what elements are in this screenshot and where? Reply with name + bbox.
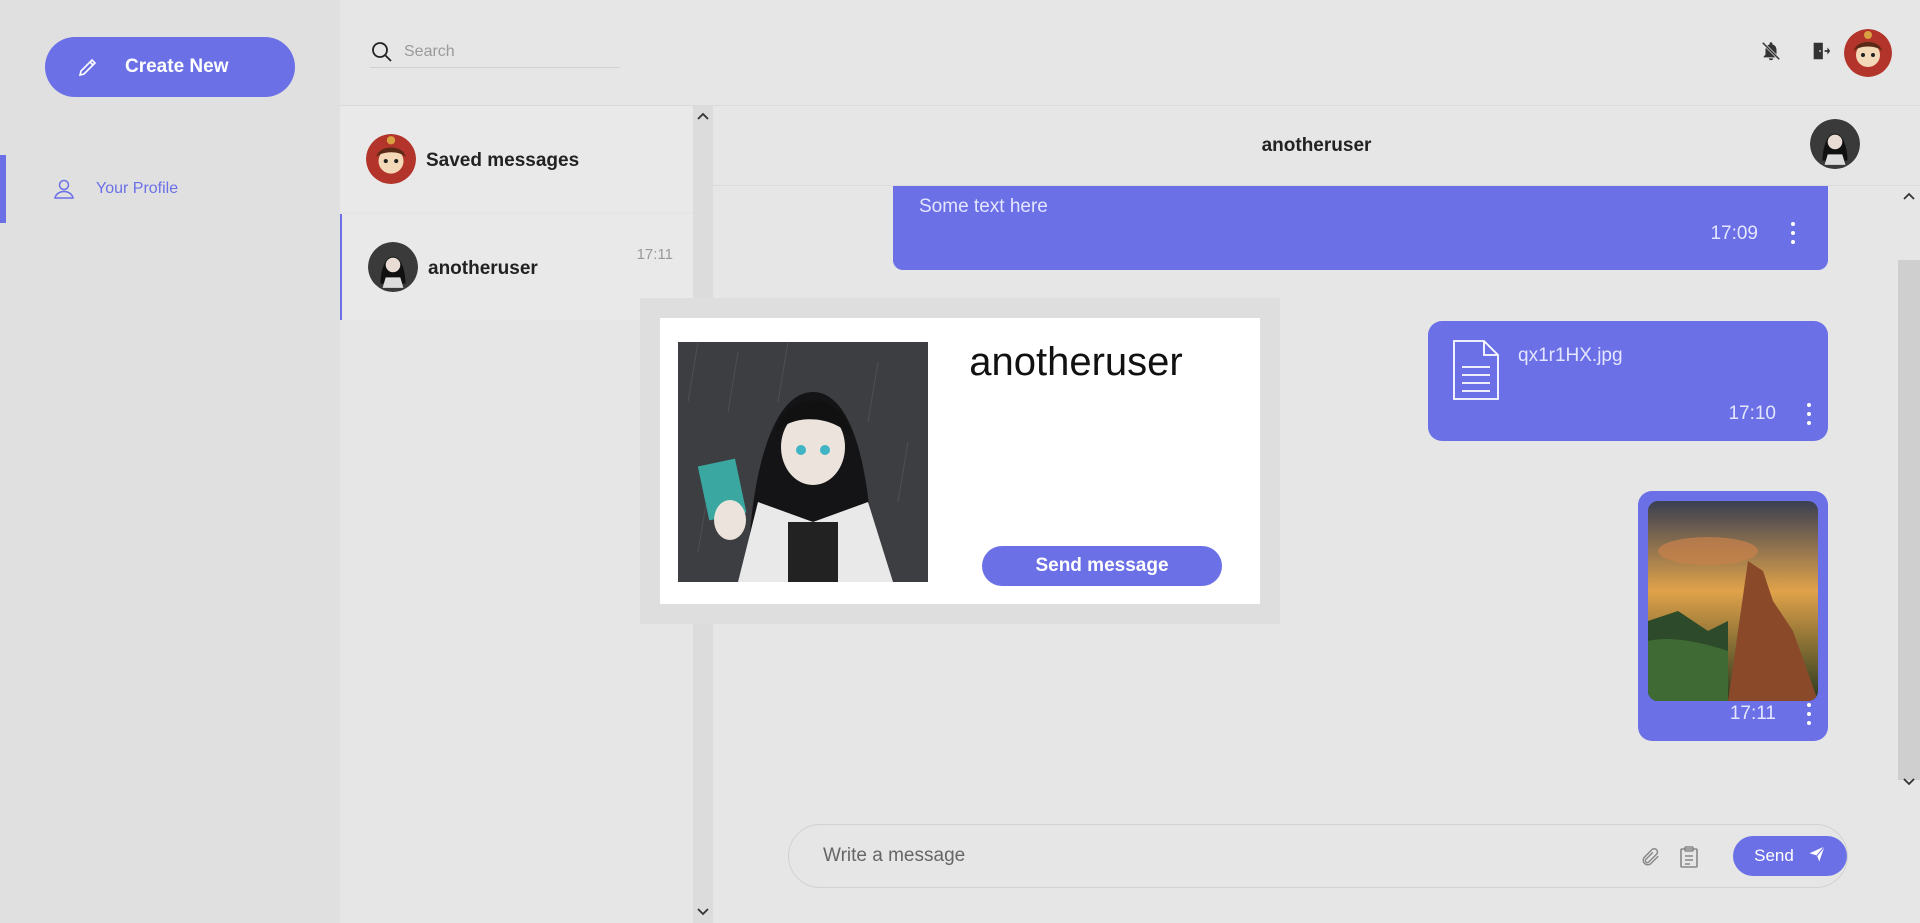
message-menu-icon[interactable] <box>1788 222 1798 244</box>
message-bubble: Some text here 17:09 <box>893 186 1828 270</box>
send-button[interactable]: Send <box>1733 836 1847 876</box>
message-input[interactable] <box>823 845 1583 867</box>
sidebar-item-label: Your Profile <box>96 180 179 197</box>
message-scrollbar[interactable] <box>1898 186 1920 793</box>
message-menu-icon[interactable] <box>1804 703 1814 725</box>
document-icon[interactable] <box>1452 339 1500 406</box>
paperclip-icon[interactable] <box>1639 845 1663 869</box>
profile-popup-overlay: anotheruser Send message <box>640 298 1280 624</box>
message-text: Some text here <box>919 196 1048 217</box>
message-time: 17:11 <box>1729 703 1776 724</box>
active-indicator <box>0 155 6 223</box>
message-image[interactable] <box>1648 501 1818 701</box>
chat-partner-avatar[interactable] <box>1810 119 1860 169</box>
file-name[interactable]: qx1r1HX.jpg <box>1518 345 1623 367</box>
send-label: Send <box>1754 846 1794 865</box>
search-bar <box>370 38 620 68</box>
pencil-icon <box>75 54 101 80</box>
current-user-avatar[interactable] <box>1844 29 1892 77</box>
top-header <box>340 0 1920 106</box>
message-bubble-image: 17:11 <box>1638 491 1828 741</box>
scrollbar-thumb[interactable] <box>1898 260 1920 780</box>
clipboard-icon[interactable] <box>1677 845 1701 869</box>
send-message-button[interactable]: Send message <box>982 546 1222 586</box>
chevron-down-icon[interactable] <box>1901 774 1917 790</box>
avatar <box>366 134 416 184</box>
sidebar-item-your-profile[interactable]: Your Profile <box>0 155 340 223</box>
avatar <box>368 242 418 292</box>
profile-popup: anotheruser Send message <box>660 318 1260 604</box>
message-time: 17:09 <box>1710 223 1758 244</box>
user-icon <box>52 177 76 201</box>
chevron-up-icon[interactable] <box>1901 188 1917 204</box>
message-bubble-file: qx1r1HX.jpg 17:10 <box>1428 321 1828 441</box>
create-new-button[interactable]: Create New <box>45 37 295 97</box>
message-time: 17:10 <box>1728 403 1776 424</box>
chat-header: anotheruser <box>713 106 1920 186</box>
chat-name: anotheruser <box>428 258 538 279</box>
create-new-label: Create New <box>125 56 229 77</box>
chat-item-saved-messages[interactable]: Saved messages <box>340 106 693 212</box>
chat-name: Saved messages <box>426 150 580 171</box>
send-icon <box>1808 845 1826 868</box>
profile-picture <box>678 342 928 582</box>
chat-time: 17:11 <box>636 246 673 263</box>
chevron-down-icon[interactable] <box>695 904 711 920</box>
chevron-up-icon[interactable] <box>695 108 711 124</box>
message-menu-icon[interactable] <box>1804 403 1814 425</box>
chat-title: anotheruser <box>1261 135 1372 156</box>
message-composer: Send <box>788 824 1848 888</box>
search-icon <box>370 40 394 64</box>
search-input[interactable] <box>404 43 614 61</box>
bell-off-icon[interactable] <box>1758 38 1784 64</box>
logout-icon[interactable] <box>1808 38 1834 64</box>
left-sidebar: Create New Your Profile <box>0 0 340 923</box>
profile-name: anotheruser <box>969 340 1183 384</box>
